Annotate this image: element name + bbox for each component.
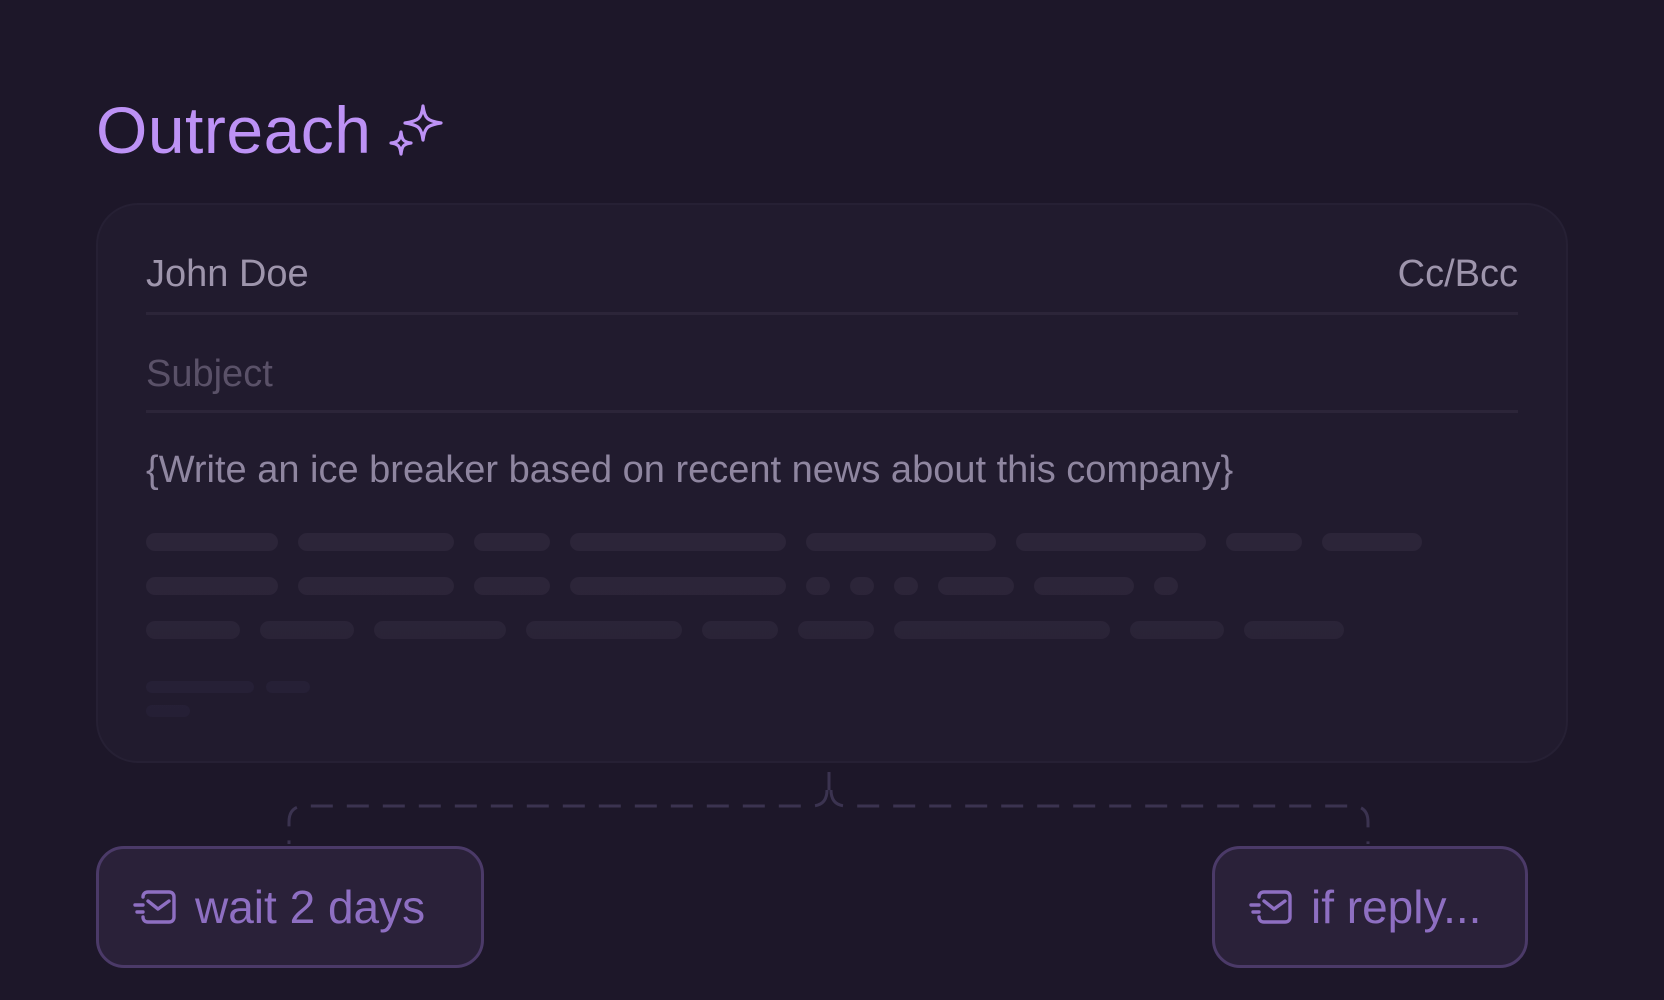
skeleton-bar: [526, 621, 682, 639]
mail-icon: [133, 890, 176, 924]
skeleton-bar: [1130, 621, 1224, 639]
skeleton-dot: [850, 577, 874, 595]
skeleton-bar: [298, 533, 454, 551]
wait-step-label: wait 2 days: [195, 881, 426, 933]
recipient-row: John Doe Cc/Bcc: [146, 255, 1518, 315]
skeleton-dot: [894, 577, 918, 595]
mail-icon: [1249, 890, 1292, 924]
skeleton-bar: [146, 621, 240, 639]
skeleton-bar: [266, 681, 310, 693]
connector-left-branch: [287, 789, 829, 844]
page-title-text: Outreach: [96, 93, 372, 167]
skeleton-bar: [298, 577, 454, 595]
skeleton-bar: [474, 533, 550, 551]
skeleton-line: [146, 577, 1178, 595]
if-reply-step[interactable]: if reply...: [1212, 846, 1528, 968]
sparkles-icon: [389, 104, 444, 156]
skeleton-bar: [938, 577, 1014, 595]
skeleton-line: [146, 705, 190, 717]
skeleton-bar: [146, 533, 278, 551]
subject-input[interactable]: Subject: [146, 353, 273, 395]
skeleton-bar: [702, 621, 778, 639]
skeleton-bar: [1322, 533, 1422, 551]
body-prompt-text[interactable]: {Write an ice breaker based on recent ne…: [146, 451, 1233, 489]
skeleton-bar: [146, 577, 278, 595]
skeleton-bar: [1226, 533, 1302, 551]
page-title: Outreach: [96, 96, 447, 164]
card-fade-overlay: [98, 581, 1566, 761]
skeleton-bar: [570, 577, 786, 595]
recipient-field[interactable]: John Doe: [146, 255, 309, 293]
skeleton-bar: [260, 621, 354, 639]
skeleton-bar: [146, 705, 190, 717]
skeleton-bar: [894, 621, 1110, 639]
skeleton-bar: [374, 621, 506, 639]
skeleton-line: [146, 681, 310, 693]
skeleton-bar: [806, 533, 996, 551]
skeleton-bar: [1034, 577, 1134, 595]
skeleton-bar: [474, 577, 550, 595]
skeleton-bar: [798, 621, 874, 639]
cc-bcc-button[interactable]: Cc/Bcc: [1398, 255, 1518, 293]
skeleton-bar: [1016, 533, 1206, 551]
skeleton-line: [146, 621, 1344, 639]
skeleton-bar: [570, 533, 786, 551]
skeleton-dot: [806, 577, 830, 595]
skeleton-dot: [1154, 577, 1178, 595]
skeleton-bar: [146, 681, 254, 693]
connector-right-branch: [829, 789, 1370, 844]
skeleton-bar: [1244, 621, 1344, 639]
email-composer-card: John Doe Cc/Bcc Subject {Write an ice br…: [96, 203, 1568, 763]
reply-step-label: if reply...: [1311, 881, 1482, 933]
subject-row: Subject: [146, 355, 1518, 413]
skeleton-line: [146, 533, 1422, 551]
wait-2-days-step[interactable]: wait 2 days: [96, 846, 484, 968]
